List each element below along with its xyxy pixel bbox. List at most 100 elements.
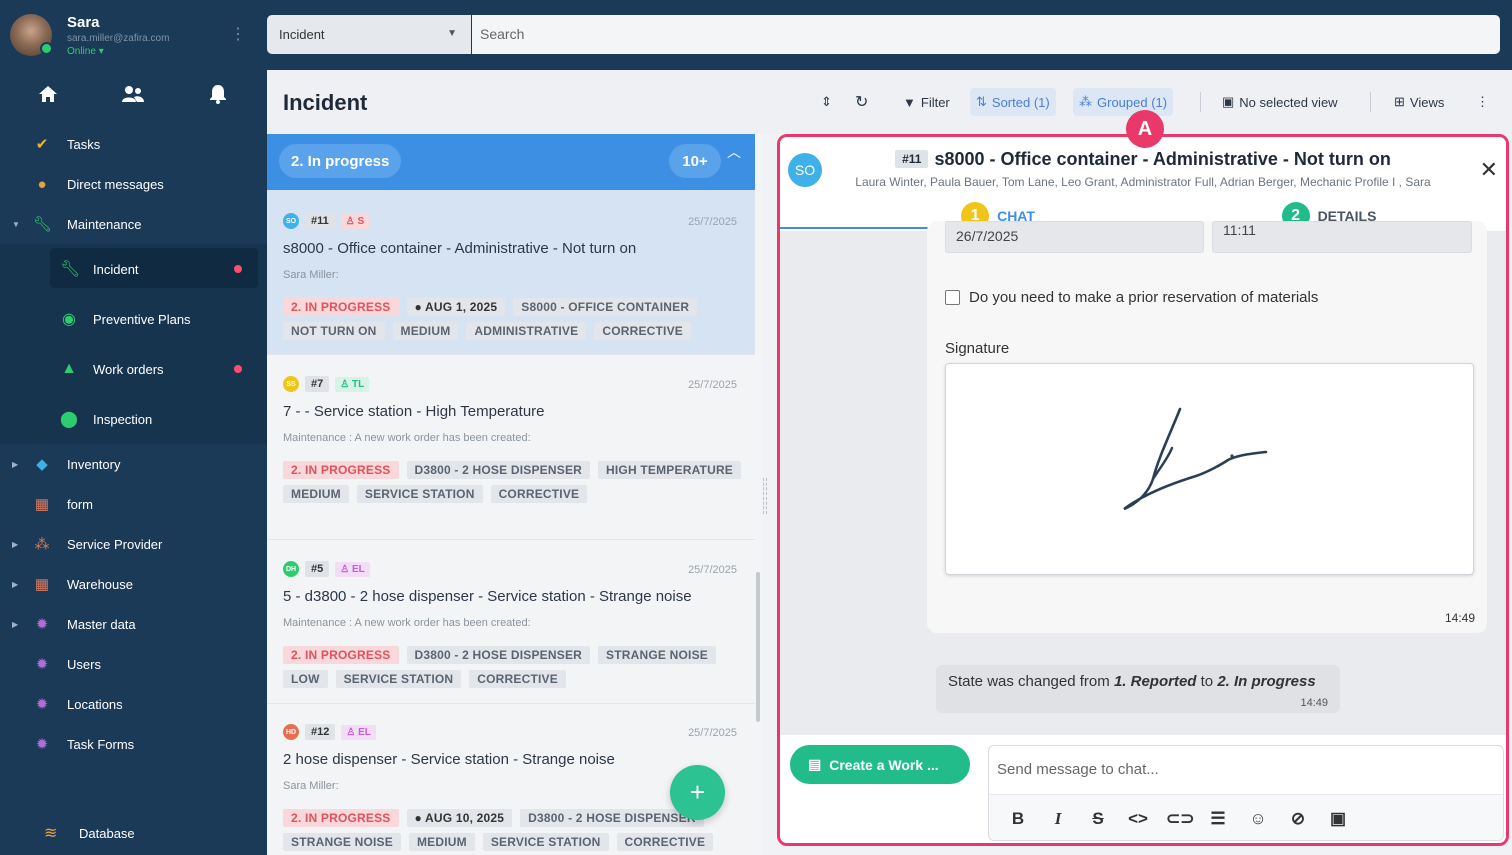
group-icon: ⁂ (34, 536, 50, 553)
date-tag: ● AUG 1, 2025 (406, 298, 506, 316)
nav-item-direct-messages[interactable]: ● Direct messages (0, 164, 267, 204)
card-subtitle: Maintenance : A new work order has been … (283, 432, 531, 444)
detail-title-text: s8000 - Office container - Administrativ… (934, 149, 1391, 169)
code-icon[interactable]: <> (1126, 807, 1150, 831)
time-field-value: 11:11 (1223, 222, 1256, 238)
nav-item-locations[interactable]: ✹ Locations (0, 684, 267, 724)
nav-item-work-orders[interactable]: ▲ Work orders (0, 344, 267, 394)
quick-nav (0, 70, 267, 120)
list-item[interactable]: SS #7 ♙ TL 25/7/2025 7 - - Service stati… (267, 355, 755, 540)
bell-icon[interactable] (209, 84, 227, 104)
list-item[interactable]: SO #11 ♙ S 25/7/2025 s8000 - Office cont… (267, 190, 755, 355)
nav-item-label: Service Provider (67, 536, 163, 552)
nav-item-tasks[interactable]: ✔ Tasks (0, 124, 267, 164)
list-icon[interactable]: ☰ (1206, 807, 1230, 831)
tag: SERVICE STATION (356, 485, 483, 503)
nav-item-inspection[interactable]: ⬤ Inspection (0, 394, 267, 444)
detail-title: #11 s8000 - Office container - Administra… (780, 149, 1506, 170)
state-from: 1. Reported (1113, 673, 1197, 690)
signature-drawing (1123, 407, 1268, 511)
close-icon[interactable]: ✕ (1480, 157, 1498, 183)
refresh-button[interactable]: ↻ (849, 88, 874, 116)
nav-item-label: Warehouse (67, 576, 133, 592)
search-input[interactable]: Search (472, 15, 1500, 54)
mini-avatar: SO (283, 213, 299, 229)
grouped-button[interactable]: ⁂ Grouped (1) (1073, 88, 1174, 116)
notification-dot (234, 265, 242, 273)
chevron-right-icon: ▶ (12, 539, 19, 549)
collapse-button[interactable]: ⇕ (815, 88, 838, 116)
user-status[interactable]: Online ▾ (67, 46, 104, 57)
signature-box (945, 363, 1474, 575)
assignee-badge: ♙ S (340, 213, 370, 229)
nav-item-warehouse[interactable]: ▶ ▦ Warehouse (0, 564, 267, 604)
state-to: 2. In progress (1217, 673, 1316, 690)
views-button[interactable]: ⊞ Views (1388, 88, 1450, 116)
tag: MEDIUM (283, 485, 349, 503)
card-title: s8000 - Office container - Administrativ… (283, 240, 637, 257)
status-tag: 2. IN PROGRESS (283, 809, 399, 827)
link-icon[interactable]: ⊂⊃ (1166, 807, 1195, 831)
nav-item-label: Direct messages (67, 176, 164, 192)
nav-item-label: form (67, 496, 93, 512)
database-icon: ≋ (44, 825, 58, 842)
nav-item-preventive-plans[interactable]: ◉ Preventive Plans (0, 294, 267, 344)
format-toolbar: B I S <> ⊂⊃ ☰ ☺ ⊘ ▣ (989, 794, 1503, 840)
page-header: Incident ⇕ ↻ ▼ Filter ⇅ Sorted (1) ⁂ Groupe… (267, 70, 1512, 134)
card-date: 25/7/2025 (688, 564, 737, 576)
sorted-button[interactable]: ⇅ Sorted (1) (970, 88, 1056, 116)
gear-icon: ✹ (35, 696, 49, 713)
nav-item-inventory[interactable]: ▶ ◆ Inventory (0, 444, 267, 484)
assignee-badge: ♙ EL (335, 561, 370, 577)
chevron-up-icon[interactable]: ︿ (727, 142, 741, 162)
calendar-view-icon: ▣ (1222, 94, 1235, 109)
nav-item-service-provider[interactable]: ▶ ⁂ Service Provider (0, 524, 267, 564)
tag: D3800 - 2 HOSE DISPENSER (520, 809, 704, 827)
home-icon[interactable] (38, 84, 58, 104)
online-status-dot (40, 42, 53, 55)
card-date: 25/7/2025 (688, 727, 737, 739)
filter-button[interactable]: ▼ Filter (897, 88, 956, 116)
users-icon[interactable] (121, 84, 145, 104)
date-field[interactable]: 26/7/2025 (945, 221, 1204, 253)
nav-item-users[interactable]: ✹ Users (0, 644, 267, 684)
more-vertical-icon[interactable]: ⋮ (230, 24, 246, 44)
view-select-button[interactable]: ▣ No selected view (1216, 88, 1344, 116)
nav-item-incident[interactable]: 🔧︎ Incident (0, 244, 267, 294)
user-profile[interactable]: Sara sara.miller@zafira.com Online ▾ ⋮ (10, 12, 260, 62)
tag: S8000 - OFFICE CONTAINER (513, 298, 698, 316)
nav-item-maintenance[interactable]: ▼ 🔧︎ Maintenance (0, 204, 267, 244)
reservation-checkbox[interactable]: Do you need to make a prior reservation … (945, 289, 1318, 306)
bold-icon[interactable]: B (1006, 807, 1030, 831)
participants: Laura Winter, Paula Bauer, Tom Lane, Leo… (855, 175, 1431, 189)
nav-item-database[interactable]: ≋ Database (0, 819, 267, 847)
list-item[interactable]: DH #5 ♙ EL 25/7/2025 5 - d3800 - 2 hose … (267, 540, 755, 704)
tag-list: 2. IN PROGRESS D3800 - 2 HOSE DISPENSER … (283, 646, 743, 688)
nav-item-task-forms[interactable]: ✹ Task Forms (0, 724, 267, 764)
create-work-order-button[interactable]: ▤ Create a Work ... (790, 745, 970, 784)
nav-item-label: Locations (67, 696, 123, 712)
time-field[interactable]: 11:11 (1212, 221, 1472, 253)
page-title: Incident (283, 90, 368, 115)
strikethrough-icon[interactable]: S (1086, 807, 1110, 831)
nav-item-form[interactable]: ▦ form (0, 484, 267, 524)
italic-icon[interactable]: I (1046, 807, 1070, 831)
checkbox-box[interactable] (945, 290, 960, 305)
emoji-icon[interactable]: ☺ (1246, 807, 1270, 831)
grid-icon: ⊞ (1394, 94, 1405, 109)
more-vertical-icon: ⋮ (1476, 94, 1489, 109)
message-input[interactable] (997, 754, 1495, 784)
image-icon[interactable]: ▣ (1326, 807, 1350, 831)
attachment-icon[interactable]: ⊘ (1286, 807, 1310, 831)
group-header[interactable]: 2. In progress 10+ ︿ (267, 134, 755, 190)
pane-resize-handle[interactable] (763, 478, 767, 514)
add-incident-button[interactable]: + (670, 765, 725, 820)
chevron-down-icon: ▾ (98, 46, 104, 57)
group-label: 2. In progress (279, 144, 402, 178)
module-select[interactable]: Incident ▼ (267, 15, 471, 54)
list-scrollbar[interactable] (756, 572, 760, 722)
chevron-right-icon: ▶ (12, 619, 19, 629)
check-circle-icon: ✔ (35, 136, 49, 153)
more-options-button[interactable]: ⋮ (1470, 88, 1495, 116)
nav-item-master-data[interactable]: ▶ ✹ Master data (0, 604, 267, 644)
